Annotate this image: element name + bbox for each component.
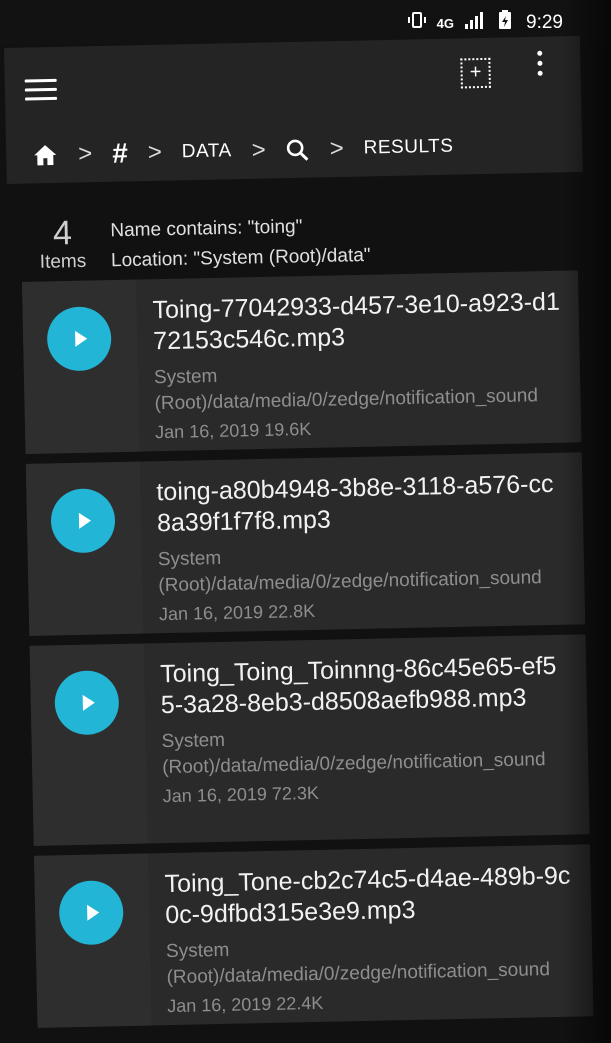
item-details: toing-a80b4948-3b8e-3118-a576-cc8a39f1f7… <box>156 452 586 639</box>
home-icon[interactable] <box>32 143 58 168</box>
file-path: System (Root)/data/media/0/zedge/notific… <box>165 939 551 989</box>
play-icon[interactable] <box>54 670 120 736</box>
file-date: Jan 16, 2019 <box>166 993 272 1017</box>
file-path: System (Root)/data/media/0/zedge/notific… <box>157 547 542 597</box>
play-icon[interactable] <box>50 488 116 554</box>
file-date: Jan 16, 2019 <box>162 783 268 807</box>
phone-screen: 4G 9:29 + > # > DATA > > RESULTS 4 Items… <box>0 0 611 1043</box>
result-count-label: Items <box>39 250 87 273</box>
breadcrumb-separator: > <box>147 138 163 167</box>
file-size: 19.6K <box>264 418 312 440</box>
item-details: Toing_Tone-cb2c74c5-d4ae-489b-9c0c-9dfbd… <box>164 844 594 1031</box>
list-item[interactable]: Toing-77042933-d457-3e10-a923-d172153c54… <box>22 270 582 457</box>
item-details: Toing-77042933-d457-3e10-a923-d172153c54… <box>152 270 582 457</box>
breadcrumb: > # > DATA > > RESULTS <box>32 131 454 172</box>
file-name: Toing-77042933-d457-3e10-a923-d172153c54… <box>152 287 561 356</box>
breadcrumb-separator: > <box>77 140 93 168</box>
clock: 9:29 <box>526 12 563 33</box>
file-path: System (Root)/data/media/0/zedge/notific… <box>161 729 546 779</box>
breadcrumb-data[interactable]: DATA <box>182 140 232 163</box>
item-thumbnail <box>29 643 148 846</box>
item-thumbnail <box>22 279 140 454</box>
signal-icon <box>464 10 486 36</box>
file-path: System (Root)/data/media/0/zedge/notific… <box>153 365 539 415</box>
file-date: Jan 16, 2019 <box>154 420 260 443</box>
battery-charging-icon <box>496 9 516 37</box>
vibrate-icon <box>407 10 427 36</box>
search-summary: 4 Items Name contains: "toing" Location:… <box>30 200 591 282</box>
play-icon[interactable] <box>46 306 112 372</box>
app-toolbar: + > # > DATA > > RESULTS <box>4 35 583 184</box>
breadcrumb-separator: > <box>251 136 266 164</box>
file-name: Toing_Toing_Toinnng-86c45e65-ef55-3a28-8… <box>159 651 557 720</box>
list-item[interactable]: Toing_Tone-cb2c74c5-d4ae-489b-9c0c-9dfbd… <box>34 844 594 1031</box>
item-thumbnail <box>25 461 144 636</box>
status-icons: 4G 9:29 <box>407 9 563 37</box>
breadcrumb-separator: > <box>329 134 344 163</box>
file-name: Toing_Tone-cb2c74c5-d4ae-489b-9c0c-9dfbd… <box>164 861 571 930</box>
search-criteria: Name contains: "toing" Location: "System… <box>110 211 371 276</box>
file-name: toing-a80b4948-3b8e-3118-a576-cc8a39f1f7… <box>156 469 554 538</box>
file-size: 22.4K <box>276 992 324 1014</box>
result-count: 4 Items <box>34 214 91 274</box>
list-item[interactable]: Toing_Toing_Toinnng-86c45e65-ef55-3a28-8… <box>29 634 590 846</box>
item-thumbnail <box>34 853 152 1028</box>
search-icon[interactable] <box>285 138 309 162</box>
more-vert-icon[interactable] <box>534 50 545 85</box>
results-list: Toing-77042933-d457-3e10-a923-d172153c54… <box>22 270 598 1038</box>
hamburger-menu-icon[interactable] <box>24 78 58 104</box>
file-size: 22.8K <box>267 600 316 622</box>
result-count-number: 4 <box>52 214 73 253</box>
item-details: Toing_Toing_Toinnng-86c45e65-ef55-3a28-8… <box>160 634 590 821</box>
list-item[interactable]: toing-a80b4948-3b8e-3118-a576-cc8a39f1f7… <box>25 452 586 639</box>
breadcrumb-results[interactable]: RESULTS <box>363 136 453 160</box>
network-type: 4G <box>436 15 455 31</box>
play-icon[interactable] <box>58 880 124 946</box>
select-add-icon[interactable]: + <box>460 57 491 89</box>
breadcrumb-root[interactable]: # <box>112 137 128 169</box>
file-date: Jan 16, 2019 <box>158 602 264 625</box>
location-filter-text: Location: "System (Root)/data" <box>110 244 371 272</box>
file-size: 72.3K <box>271 782 320 804</box>
